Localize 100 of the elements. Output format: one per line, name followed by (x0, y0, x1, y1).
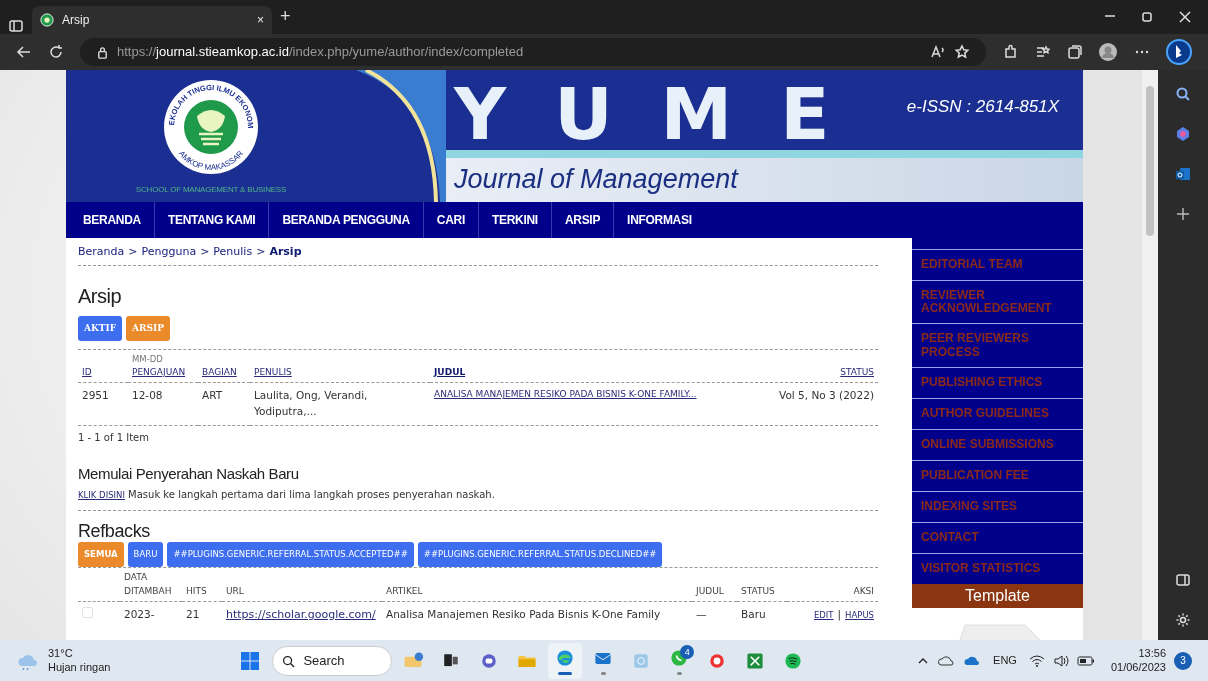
search-icon (282, 654, 296, 668)
notification-badge: 4 (680, 644, 695, 659)
panel-icon[interactable] (1175, 572, 1191, 588)
page-title: Arsip (78, 283, 123, 308)
filter-tab[interactable]: ##PLUGINS.GENERIC.REFERRAL.STATUS.ACCEPTED## (167, 542, 414, 568)
breadcrumb-link[interactable]: Beranda (78, 244, 125, 261)
notification-count[interactable]: 3 (1174, 651, 1192, 670)
refresh-icon[interactable] (48, 44, 64, 60)
table-cell: 2951 (82, 389, 109, 402)
column-header: HITS (186, 584, 208, 598)
template-heading: Template (912, 583, 1083, 608)
cloud-icon[interactable] (937, 654, 956, 667)
start-button-icon[interactable] (240, 650, 261, 671)
search-icon[interactable] (1175, 86, 1191, 102)
lock-icon[interactable] (96, 45, 109, 59)
scrollbar-thumb[interactable] (1146, 86, 1154, 236)
copilot-icon[interactable] (1166, 39, 1192, 65)
scrollbar[interactable] (1142, 70, 1158, 640)
sidebar-toggle-icon[interactable] (8, 18, 24, 34)
maximize-icon[interactable] (1140, 10, 1154, 24)
table-cell-text: Analisa Manajemen Resiko Pada Bisnis K-One Family (386, 607, 662, 623)
table-cell: Vol 5, No 3 (2022) (779, 389, 874, 402)
column-sort-link[interactable]: PENGAJUAN (132, 366, 186, 377)
breadcrumb-separator: > (128, 244, 138, 260)
column-sort-link[interactable]: ID (82, 366, 92, 377)
url-text: https://journal.stieamkop.ac.id/index.php/yume/author/index/completed (117, 43, 525, 62)
language-indicator[interactable]: ENG (993, 652, 1017, 669)
column-sort-link[interactable]: JUDUL (434, 366, 466, 377)
favorites-icon[interactable] (1034, 44, 1050, 60)
instruction-text: KLIK DISINI Masuk ke langkah pertama dari lima langkah proses penyerahan naskah. (78, 482, 878, 511)
section-heading: Refbacks (78, 520, 151, 543)
taskbar-app[interactable] (548, 642, 583, 679)
weather-widget[interactable]: 31°C Hujan ringan (16, 646, 111, 675)
puzzle-icon[interactable] (1002, 44, 1018, 60)
column-header: STATUS (741, 584, 776, 598)
journal-subtitle: Journal of Management (454, 166, 738, 194)
school-name: SCHOOL OF MANAGEMENT & BUSINESS (135, 184, 287, 196)
weather-condition: Hujan ringan (48, 660, 111, 675)
read-aloud-icon[interactable] (930, 44, 946, 60)
breadcrumb-separator: > (200, 244, 210, 260)
column-header: AKSI (852, 584, 874, 598)
table-cell: ART (202, 389, 223, 402)
row-checkbox[interactable] (82, 607, 93, 618)
settings-icon[interactable] (1175, 612, 1191, 628)
running-indicator (676, 671, 682, 675)
column-sort-link[interactable]: STATUS (840, 366, 874, 377)
clock[interactable]: 13:56 01/06/2023 (1110, 646, 1166, 675)
mail-app-icon[interactable] (1175, 166, 1191, 182)
tab-close-button[interactable]: × (257, 11, 264, 29)
time-text: 13:56 (1137, 646, 1166, 661)
running-indicator (558, 671, 573, 675)
action-link[interactable]: EDIT (813, 610, 834, 621)
issn-text: e-ISSN : 2614-851X (906, 96, 1061, 118)
column-subheading: MM-DD (132, 353, 164, 366)
breadcrumb-link[interactable]: Pengguna (141, 244, 197, 261)
column-sort-link[interactable]: PENULIS (254, 366, 292, 377)
column-header: ARTIKEL (386, 584, 424, 598)
filter-tab[interactable]: AKTIF (78, 315, 123, 341)
running-indicator (600, 671, 606, 675)
volume-icon[interactable] (1052, 653, 1069, 668)
nav-link[interactable]: INFORMASI (614, 202, 705, 238)
close-icon[interactable] (1178, 10, 1192, 24)
breadcrumb-current: Arsip (269, 244, 302, 260)
wifi-icon[interactable] (1028, 653, 1045, 668)
temperature-text: 31°C (48, 646, 74, 661)
battery-icon[interactable] (1076, 654, 1095, 667)
taskbar-app[interactable]: 4 (662, 642, 697, 679)
cloud-icon[interactable] (963, 654, 982, 667)
breadcrumb-separator: > (256, 244, 266, 260)
submission-title-link[interactable]: ANALISA MANAJEMEN RESIKO PADA BISNIS K-ONE FAMILY... (434, 388, 736, 402)
table-cell-text: Laulita, Ong, Verandi, Yodiputra,... (254, 388, 369, 419)
column-sort-link[interactable]: BAGIAN (202, 366, 237, 377)
profile-avatar[interactable] (1098, 42, 1118, 62)
address-bar[interactable]: https://journal.stieamkop.ac.id/index.php/yume/author/index/completed (80, 38, 986, 66)
browser-tab[interactable]: Arsip × (32, 6, 272, 34)
date-text: 01/06/2023 (1110, 660, 1166, 675)
url-link[interactable]: https://scholar.google.com/ (226, 607, 376, 624)
start-submission-link[interactable]: KLIK DISINI (78, 489, 125, 500)
back-icon[interactable] (16, 44, 32, 60)
filter-tab[interactable]: ##PLUGINS.GENERIC.REFERRAL.STATUS.DECLINED## (417, 542, 663, 568)
hexagon-icon[interactable] (1175, 126, 1191, 142)
pagination-text: 1 - 1 of 1 Item (78, 431, 149, 443)
table-cell: Baru (741, 608, 766, 621)
search-field[interactable]: Search (272, 645, 393, 676)
column-header: DATA DITAMBAH (124, 571, 173, 598)
journal-title: YUME (454, 78, 879, 150)
tab-title: Arsip (62, 12, 91, 29)
table-cell: — (696, 608, 707, 621)
table-cell: 12-08 (132, 389, 163, 402)
action-separator: | (837, 608, 842, 621)
add-icon[interactable] (1175, 206, 1191, 222)
collections-icon[interactable] (1066, 44, 1082, 60)
star-icon[interactable] (954, 44, 970, 60)
section-heading: Memulai Penyerahan Naskah Baru (78, 464, 300, 483)
column-header: JUDUL (696, 584, 725, 598)
action-link[interactable]: HAPUS (845, 610, 874, 621)
new-tab-button[interactable]: + (280, 3, 291, 30)
filter-tab[interactable]: BARU (127, 542, 164, 568)
table-cell: 2023- (124, 608, 155, 621)
breadcrumb-link[interactable]: Penulis (213, 244, 253, 261)
